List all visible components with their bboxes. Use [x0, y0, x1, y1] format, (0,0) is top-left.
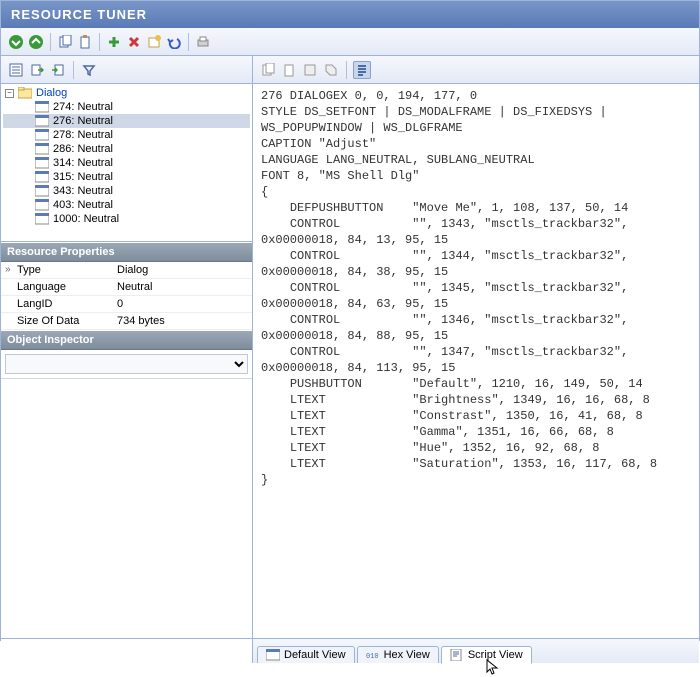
- tree-item[interactable]: 403: Neutral: [3, 198, 250, 212]
- separator: [99, 33, 100, 51]
- tree-root-label: Dialog: [36, 87, 67, 99]
- up-arrow-icon[interactable]: [27, 33, 45, 51]
- export-icon[interactable]: [28, 61, 46, 79]
- dialog-icon: [35, 115, 49, 127]
- filter-icon[interactable]: [80, 61, 98, 79]
- inspector-select[interactable]: [5, 354, 248, 374]
- copy-icon[interactable]: [56, 33, 74, 51]
- separator: [346, 61, 347, 79]
- dialog-icon: [35, 171, 49, 183]
- tree-item[interactable]: 276: Neutral: [3, 114, 250, 128]
- tree-item[interactable]: 1000: Neutral: [3, 212, 250, 226]
- resource-tree[interactable]: − Dialog 274: Neutral 276: Neutral 278: …: [1, 84, 252, 242]
- tab-hex-view[interactable]: 010 Hex View: [357, 646, 439, 663]
- prop-row: TypeDialog: [1, 262, 252, 279]
- tree-item[interactable]: 274: Neutral: [3, 100, 250, 114]
- separator: [73, 61, 74, 79]
- save-icon[interactable]: [301, 61, 319, 79]
- tree-item[interactable]: 286: Neutral: [3, 142, 250, 156]
- dialog-icon: [35, 101, 49, 113]
- tree-item[interactable]: 314: Neutral: [3, 156, 250, 170]
- tree-item[interactable]: 315: Neutral: [3, 170, 250, 184]
- down-arrow-icon[interactable]: [7, 33, 25, 51]
- dialog-icon: [266, 649, 280, 661]
- properties-grid: TypeDialog LanguageNeutral LangID0 Size …: [1, 262, 252, 330]
- tree-root-dialog[interactable]: − Dialog: [3, 86, 250, 100]
- inspector-body: [1, 378, 252, 638]
- delete-icon[interactable]: [125, 33, 143, 51]
- list-icon[interactable]: [7, 61, 25, 79]
- paste-icon[interactable]: [280, 61, 298, 79]
- main-toolbar: [1, 28, 699, 56]
- left-toolbar: [1, 56, 252, 84]
- app-title: RESOURCE TUNER: [11, 7, 147, 22]
- copy-icon[interactable]: [259, 61, 277, 79]
- edit-icon[interactable]: [145, 33, 163, 51]
- resource-properties-header: Resource Properties: [1, 242, 252, 262]
- tab-default-view[interactable]: Default View: [257, 646, 355, 663]
- print-icon[interactable]: [194, 33, 212, 51]
- object-inspector-header: Object Inspector: [1, 330, 252, 350]
- separator: [188, 33, 189, 51]
- dialog-icon: [35, 129, 49, 141]
- script-icon: [450, 649, 464, 661]
- svg-text:010: 010: [366, 653, 379, 661]
- cursor-icon: [486, 659, 500, 677]
- dialog-icon: [35, 157, 49, 169]
- script-view[interactable]: 276 DIALOGEX 0, 0, 194, 177, 0 STYLE DS_…: [253, 84, 699, 638]
- tree-item[interactable]: 343: Neutral: [3, 184, 250, 198]
- left-pane: − Dialog 274: Neutral 276: Neutral 278: …: [1, 56, 253, 638]
- prop-row: Size Of Data734 bytes: [1, 313, 252, 330]
- title-bar: RESOURCE TUNER: [1, 1, 699, 28]
- prop-row: LanguageNeutral: [1, 279, 252, 296]
- tab-script-view[interactable]: Script View: [441, 646, 532, 664]
- text-mode-icon[interactable]: [353, 61, 371, 79]
- undo-icon[interactable]: [165, 33, 183, 51]
- prop-row: LangID0: [1, 296, 252, 313]
- view-tabs: Default View 010 Hex View Script View: [253, 638, 699, 663]
- paste-icon[interactable]: [76, 33, 94, 51]
- tag-icon[interactable]: [322, 61, 340, 79]
- dialog-icon: [35, 143, 49, 155]
- separator: [50, 33, 51, 51]
- hex-icon: 010: [366, 649, 380, 661]
- tree-item[interactable]: 278: Neutral: [3, 128, 250, 142]
- dialog-icon: [35, 213, 49, 225]
- dialog-icon: [35, 199, 49, 211]
- right-toolbar: [253, 56, 699, 84]
- right-pane: 276 DIALOGEX 0, 0, 194, 177, 0 STYLE DS_…: [253, 56, 699, 638]
- import-icon[interactable]: [49, 61, 67, 79]
- collapse-icon[interactable]: −: [5, 89, 14, 98]
- add-icon[interactable]: [105, 33, 123, 51]
- folder-icon: [18, 87, 32, 99]
- dialog-icon: [35, 185, 49, 197]
